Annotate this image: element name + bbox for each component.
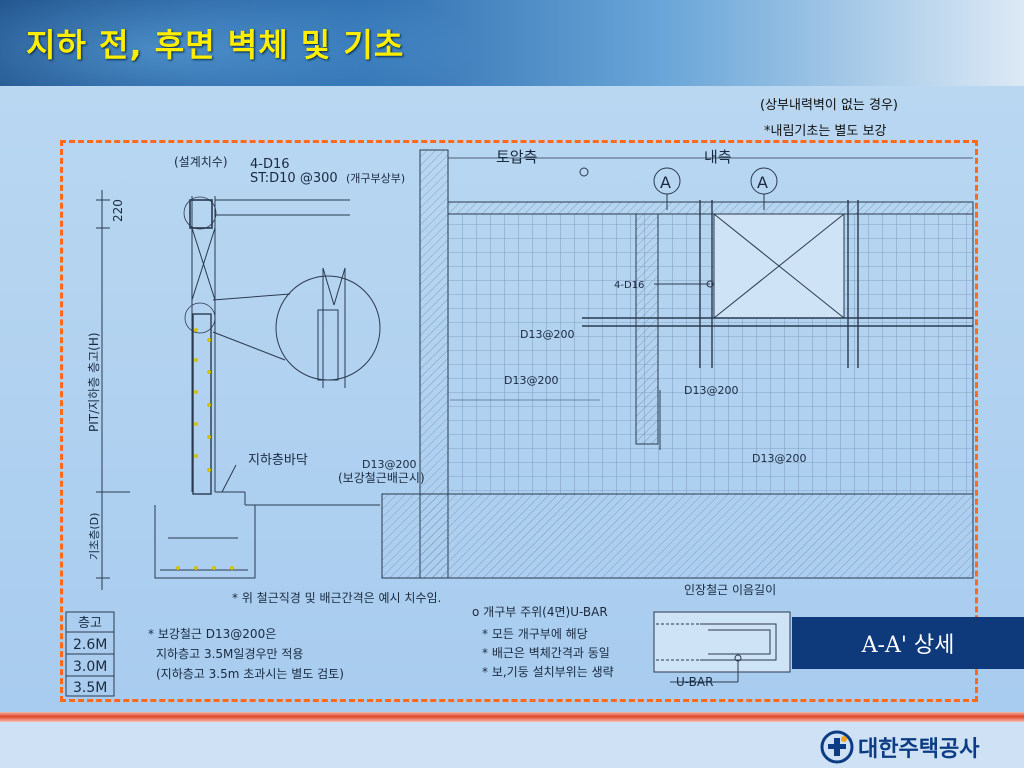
- left-note-1: * 보강철근 D13@200은: [148, 627, 276, 641]
- aa-detail-badge: A-A' 상세: [792, 617, 1024, 669]
- footnote-text: * 위 철근직경 및 배근간격은 예시 치수임.: [232, 591, 441, 605]
- dim-story-label: PIT/지하층 층고(H): [87, 332, 101, 432]
- design-size-label: (설계치수): [174, 155, 228, 169]
- main-bar-label: 4-D16: [250, 157, 290, 172]
- section-mark-a2: A: [757, 173, 768, 192]
- bar-label-d: D13@200: [752, 452, 806, 465]
- lap-length-label: 인장철근 이음길이: [684, 583, 776, 597]
- rebar-dots: [176, 328, 234, 570]
- left-note-3: (지하층고 3.5m 초과시는 별도 검토): [156, 667, 344, 681]
- opening-note-3: * 보,기둥 설치부위는 생략: [482, 665, 614, 679]
- bar-label-c: D13@200: [684, 384, 738, 397]
- table-row-1: 2.6M: [73, 637, 107, 653]
- inner-side-label: 내측: [704, 148, 732, 166]
- wall-section-drawing: [96, 190, 381, 590]
- bar-4d16-label: 4-D16: [614, 280, 644, 291]
- section-mark-a1: A: [660, 173, 671, 192]
- stirrup-label: ST:D10 @300: [250, 171, 338, 186]
- bar-label-b: D13@200: [504, 374, 558, 387]
- bar-label-e: D13@200: [362, 458, 416, 471]
- table-row-3: 3.5M: [73, 680, 107, 696]
- dim-top-label: 220: [111, 199, 125, 222]
- bar-label-a: D13@200: [520, 328, 574, 341]
- opening-note-1: * 모든 개구부에 해당: [482, 627, 588, 641]
- opening-note-title: o 개구부 주위(4면)U-BAR: [472, 605, 608, 619]
- reinforce-label: (보강철근배근시): [338, 471, 425, 485]
- soil-side-label: 토압측: [496, 148, 537, 166]
- footer-accent-bar: [0, 712, 1024, 722]
- opening-note-2: * 배근은 벽체간격과 동일: [482, 646, 610, 660]
- logo-text: 대한주택공사: [858, 737, 980, 762]
- u-bar-label: U-BAR: [676, 675, 713, 689]
- stirrup-note-label: (개구부상부): [346, 172, 405, 185]
- left-note-2: 지하층고 3.5M일경우만 적용: [156, 647, 303, 661]
- table-header: 층고: [78, 616, 102, 631]
- wall-elevation-drawing: [381, 149, 974, 579]
- dim-footing-label: 기초층(D): [88, 513, 101, 560]
- table-row-2: 3.0M: [73, 659, 107, 675]
- company-logo: 대한주택공사: [820, 730, 979, 764]
- logo-mark-icon: [820, 730, 854, 764]
- u-bar-detail: [653, 611, 791, 683]
- floor-label: 지하층바닥: [248, 453, 308, 468]
